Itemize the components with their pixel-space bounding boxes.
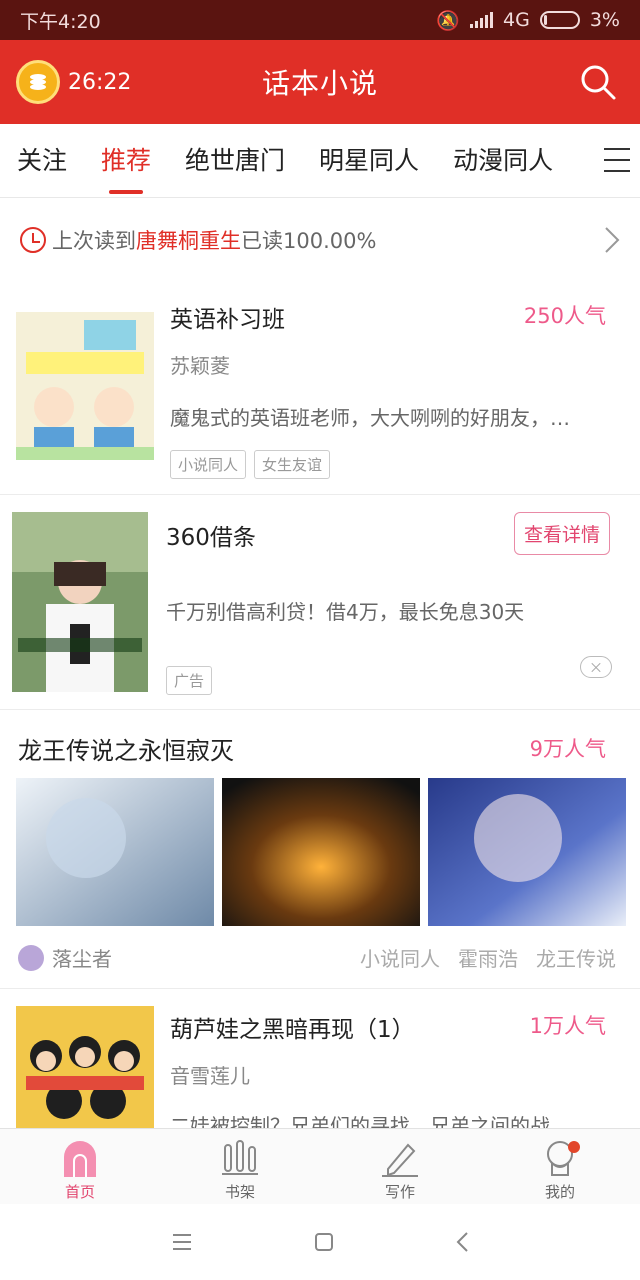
tag-list: 小说同人 女生友谊 — [170, 450, 331, 479]
post-image[interactable] — [16, 778, 214, 926]
search-icon[interactable] — [578, 62, 618, 102]
tag[interactable]: 小说同人 — [170, 450, 247, 479]
popularity: 9万人气 — [529, 737, 606, 761]
chevron-right-icon — [605, 227, 620, 253]
mute-icon: 🔕 — [436, 9, 461, 32]
system-nav-bar — [0, 1204, 640, 1280]
notification-dot — [568, 1141, 580, 1153]
menu-icon[interactable] — [604, 148, 630, 172]
post-image[interactable] — [222, 778, 420, 926]
avatar[interactable] — [18, 944, 44, 971]
post-tag[interactable]: 小说同人 — [360, 943, 440, 972]
nav-label: 写作 — [384, 1183, 415, 1201]
book-card[interactable]: 葫芦娃之黑暗再现（1） 1万人气 音雪莲儿 二娃被控制？兄弟们的寻找，兄弟之间的… — [0, 990, 640, 1130]
post-tag[interactable]: 龙王传说 — [536, 943, 616, 972]
book-cover[interactable] — [16, 312, 154, 460]
post-tag[interactable]: 霍雨浩 — [458, 943, 518, 972]
ad-card[interactable]: 360借条 查看详情 千万别借高利贷！借4万，最长免息30天 广告 — [0, 496, 640, 710]
ad-title[interactable]: 360借条 — [166, 518, 256, 552]
tab-jueshi-tangmen[interactable]: 绝世唐门 — [168, 124, 302, 198]
nav-profile[interactable]: 我的 — [480, 1129, 640, 1204]
post-card[interactable]: 龙王传说之永恒寂灭 9万人气 落尘者 小说同人 霍雨浩 龙王传说 — [0, 711, 640, 989]
home-icon — [64, 1141, 96, 1177]
nav-home[interactable]: 首页 — [0, 1129, 160, 1204]
category-tabs: 关注 推荐 绝世唐门 明星同人 动漫同人 — [0, 124, 640, 198]
bottom-nav: 首页 书架 写作 我的 — [0, 1128, 640, 1204]
book-cover[interactable] — [16, 1006, 154, 1130]
network-type: 4G — [503, 9, 530, 31]
popularity: 250人气 — [523, 304, 606, 328]
home-button-icon[interactable] — [314, 1232, 334, 1252]
battery-percent: 3% — [589, 9, 620, 31]
book-title[interactable]: 葫芦娃之黑暗再现（1） — [170, 1010, 415, 1044]
status-bar: 下午4:20 🔕 4G 3% — [0, 0, 640, 40]
tab-follow[interactable]: 关注 — [0, 124, 84, 198]
bookshelf-icon — [222, 1140, 258, 1175]
ad-tag-list: 广告 — [166, 666, 213, 695]
last-read-book: 唐舞桐重生 — [136, 229, 241, 253]
popularity: 1万人气 — [529, 1014, 606, 1038]
ad-image[interactable] — [12, 512, 148, 692]
view-details-button[interactable]: 查看详情 — [513, 512, 610, 555]
app-header: 26:22 话本小说 — [0, 40, 640, 124]
battery-icon — [539, 11, 580, 29]
menu-icon[interactable] — [171, 1233, 193, 1251]
book-author[interactable]: 音雪莲儿 — [170, 1060, 250, 1089]
book-description: 魔鬼式的英语班老师，大大咧咧的好朋友，… — [170, 406, 570, 430]
timer-value: 26:22 — [68, 69, 132, 95]
post-images — [16, 778, 626, 926]
signal-icon — [470, 12, 494, 28]
tag[interactable]: 女生友谊 — [254, 450, 331, 479]
book-card[interactable]: 英语补习班 250人气 苏颖菱 魔鬼式的英语班老师，大大咧咧的好朋友，… 小说同… — [0, 280, 640, 495]
tab-celebrity-fanfic[interactable]: 明星同人 — [302, 124, 436, 198]
last-read-prefix: 上次读到 — [52, 229, 136, 253]
post-image[interactable] — [428, 778, 626, 926]
book-description: 二娃被控制？兄弟们的寻找，兄弟之间的战… — [170, 1114, 570, 1130]
ad-description: 千万别借高利贷！借4万，最长免息30天 — [166, 600, 525, 624]
post-author[interactable]: 落尘者 — [52, 943, 112, 972]
last-read-progress: 已读100.00% — [241, 229, 377, 253]
reading-timer[interactable]: 26:22 — [16, 60, 131, 104]
tab-recommend[interactable]: 推荐 — [84, 124, 168, 198]
book-author[interactable]: 苏颖菱 — [170, 350, 230, 379]
nav-bookshelf[interactable]: 书架 — [160, 1129, 320, 1204]
pen-icon — [382, 1143, 418, 1177]
clock-icon — [20, 227, 46, 253]
nav-write[interactable]: 写作 — [320, 1129, 480, 1204]
status-time: 下午4:20 — [20, 10, 101, 33]
book-title[interactable]: 英语补习班 — [170, 300, 285, 334]
nav-label: 首页 — [64, 1183, 95, 1201]
post-footer: 落尘者 小说同人 霍雨浩 龙王传说 — [18, 943, 616, 972]
back-icon[interactable] — [455, 1231, 469, 1253]
post-title[interactable]: 龙王传说之永恒寂灭 — [18, 731, 234, 766]
close-ad-icon[interactable] — [580, 656, 612, 678]
tab-anime-fanfic[interactable]: 动漫同人 — [436, 124, 570, 198]
nav-label: 我的 — [544, 1183, 575, 1201]
alarm-clock-icon — [16, 60, 60, 104]
nav-label: 书架 — [224, 1183, 255, 1201]
ad-label: 广告 — [166, 666, 213, 695]
last-read-bar[interactable]: 上次读到 唐舞桐重生 已读100.00% — [0, 210, 640, 270]
post-tags: 小说同人 霍雨浩 龙王传说 — [360, 943, 616, 972]
